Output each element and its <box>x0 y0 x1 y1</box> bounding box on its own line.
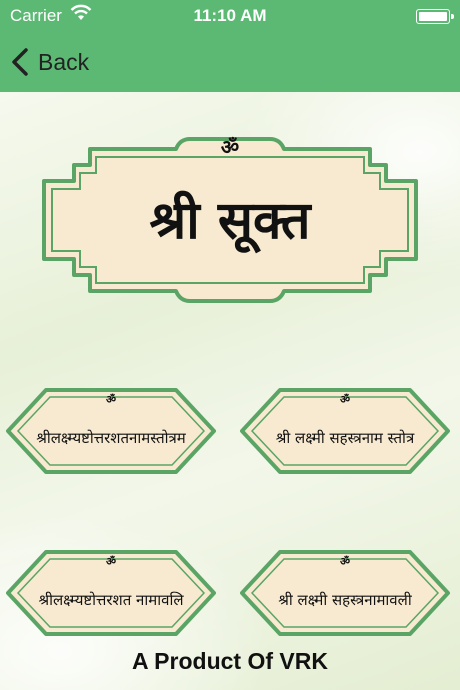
menu-button-4[interactable]: ॐ श्री लक्ष्मी सहस्त्रनामावली <box>240 550 450 650</box>
om-symbol: ॐ <box>105 555 117 568</box>
back-button[interactable]: Back <box>10 44 89 80</box>
om-symbol: ॐ <box>105 393 117 406</box>
om-symbol: ॐ <box>220 135 240 159</box>
menu-button-2[interactable]: ॐ श्री लक्ष्मी सहस्त्रनाम स्तोत्र <box>240 388 450 488</box>
menu-button-label: श्री लक्ष्मी सहस्त्रनाम स्तोत्र <box>275 429 415 447</box>
status-bar: Carrier 11:10 AM <box>0 0 460 32</box>
om-symbol: ॐ <box>339 393 351 406</box>
menu-button-3[interactable]: ॐ श्रीलक्ष्म्यष्टोत्तरशत नामावलि <box>6 550 216 650</box>
page-title: श्री सूक्त <box>149 191 311 251</box>
back-label: Back <box>38 48 90 75</box>
menu-button-1[interactable]: ॐ श्रीलक्ष्म्यष्टोत्तरशतनामस्तोत्रम <box>6 388 216 488</box>
menu-button-label: श्रीलक्ष्म्यष्टोत्तरशत नामावलि <box>38 591 184 609</box>
om-symbol: ॐ <box>339 555 351 568</box>
title-banner: ॐ श्री सूक्त <box>40 125 420 315</box>
battery-icon <box>416 9 454 24</box>
menu-button-label: श्री लक्ष्मी सहस्त्रनामावली <box>278 591 412 609</box>
footer-credit: A Product Of VRK <box>132 648 328 674</box>
menu-button-label: श्रीलक्ष्म्यष्टोत्तरशतनामस्तोत्रम <box>36 429 186 447</box>
nav-bar: Back <box>0 32 460 92</box>
clock: 11:10 AM <box>193 6 267 25</box>
chevron-left-icon <box>12 48 28 76</box>
